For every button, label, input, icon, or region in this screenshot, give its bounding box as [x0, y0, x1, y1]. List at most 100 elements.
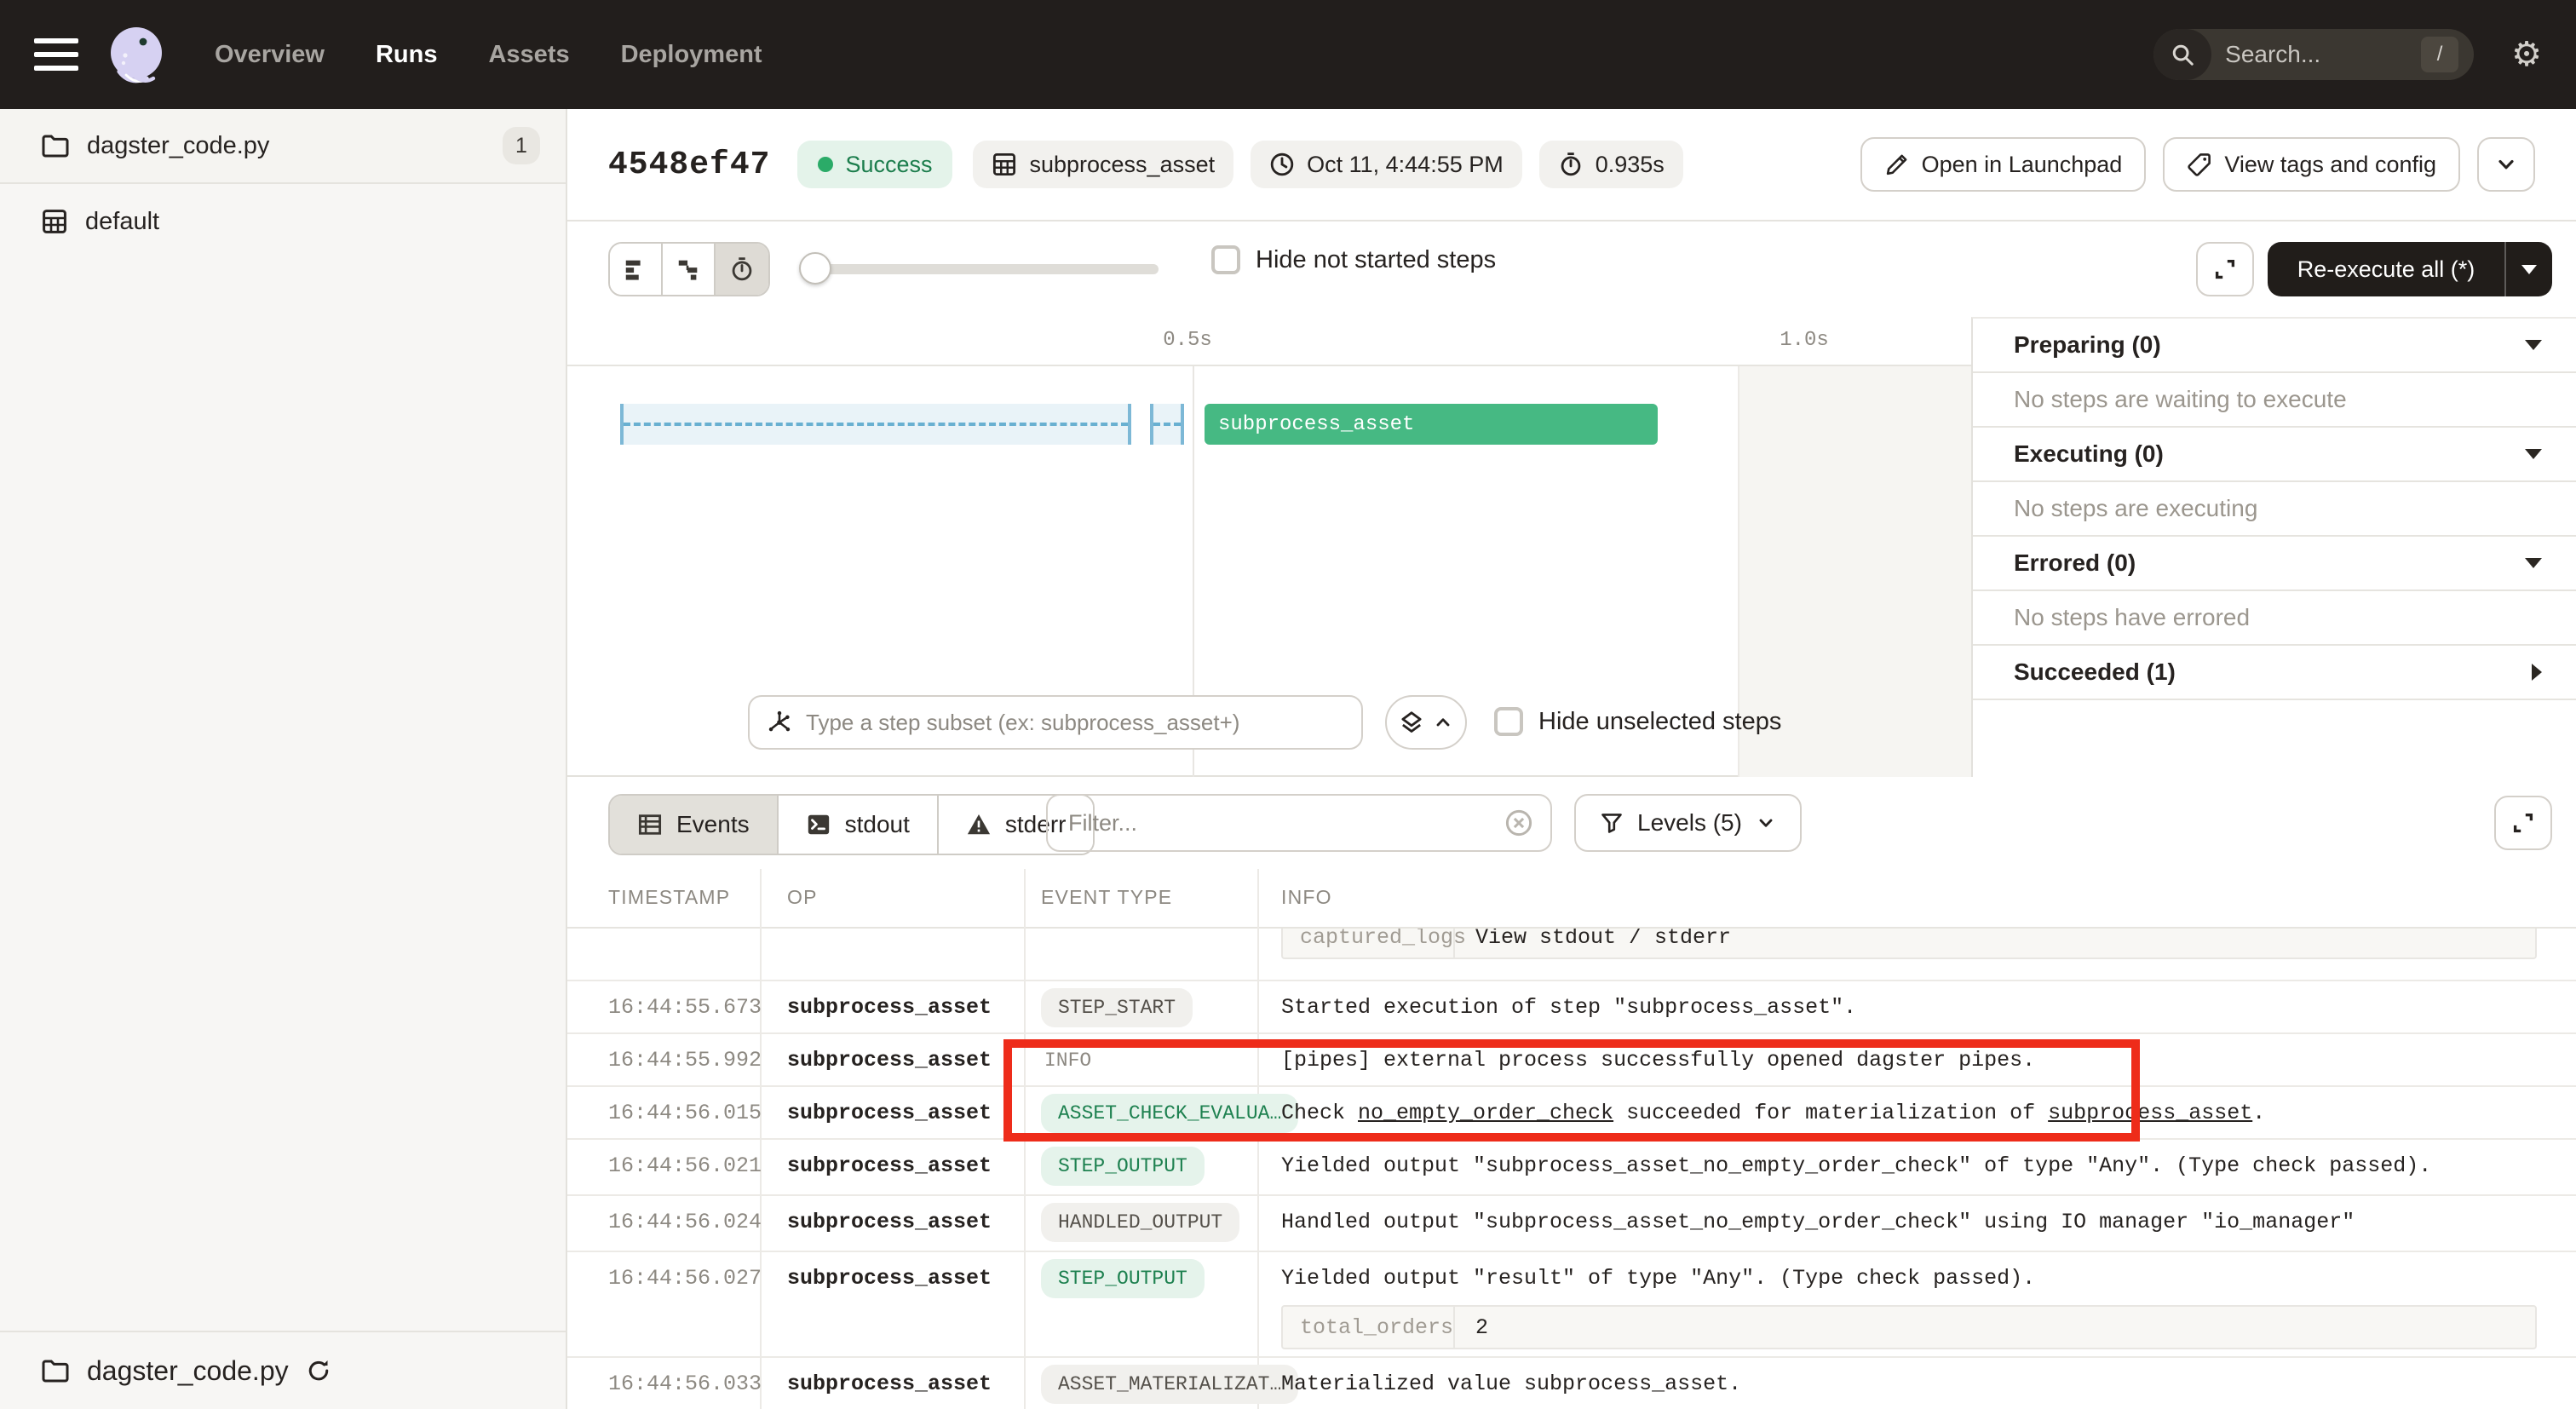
log-section: Eventsstdoutstderr Filter... Levels (5) [567, 777, 2576, 1409]
levels-filter-button[interactable]: Levels (5) [1574, 794, 1802, 852]
sidebar-item-code-location[interactable]: dagster_code.py 1 [0, 109, 566, 184]
metadata-value: 2 [1455, 1315, 1488, 1340]
log-info: [pipes] external process successfully op… [1281, 1048, 2535, 1073]
run-status-badge: Success [797, 141, 952, 188]
log-info: Check no_empty_order_check succeeded for… [1281, 1101, 2535, 1125]
hide-not-started-checkbox[interactable] [1211, 245, 1240, 274]
run-tag[interactable]: subprocess_asset [973, 141, 1233, 188]
reexecute-dropdown-button[interactable] [2504, 242, 2552, 296]
log-row[interactable]: 16:44:55.992subprocess_assetINFO[pipes] … [567, 1034, 2576, 1087]
run-actions-chevron-button[interactable] [2477, 137, 2535, 192]
log-row-partial: captured_logsView stdout / stderr [567, 929, 2576, 981]
log-fullscreen-button[interactable] [2494, 796, 2552, 850]
events-table-icon [637, 812, 663, 837]
log-row[interactable]: 16:44:56.024subprocess_assetHANDLED_OUTP… [567, 1196, 2576, 1252]
step-panel-section-header[interactable]: Preparing (0) [1973, 319, 2576, 373]
step-subset-placeholder: Type a step subset (ex: subprocess_asset… [806, 710, 1239, 736]
gantt-section: Hide not started steps Re-execute all (*… [567, 221, 2576, 777]
nav-item-runs[interactable]: Runs [376, 41, 438, 69]
run-tag[interactable]: Oct 11, 4:44:55 PM [1251, 141, 1522, 188]
zoom-slider[interactable] [801, 264, 1159, 274]
log-info-link[interactable]: no_empty_order_check [1358, 1101, 1613, 1125]
log-row[interactable]: 16:44:56.033subprocess_assetASSET_MATERI… [567, 1358, 2576, 1409]
waterfall-view-button[interactable] [663, 244, 716, 295]
tab-label: Events [676, 811, 750, 838]
primary-nav: Overview Runs Assets Deployment [215, 41, 762, 69]
caret-down-icon [2525, 340, 2542, 350]
event-type-badge: ASSET_CHECK_EVALUA… [1041, 1094, 1298, 1133]
flat-view-button[interactable] [610, 244, 663, 295]
step-panel-section-header[interactable]: Executing (0) [1973, 428, 2576, 482]
tab-stdout[interactable]: stdout [779, 796, 939, 854]
caret-down-icon [2521, 265, 2537, 274]
log-timestamp: 16:44:56.015 [608, 1101, 762, 1125]
reexecute-all-button[interactable]: Re-execute all (*) [2268, 242, 2552, 296]
gantt-toolbar: Hide not started steps Re-execute all (*… [567, 221, 2576, 317]
clear-filter-icon[interactable] [1504, 808, 1533, 837]
log-row[interactable]: 16:44:56.015 subprocess_asset ASSET_CHECK_… [567, 1087, 2576, 1140]
hide-unselected-label: Hide unselected steps [1538, 708, 1781, 736]
metadata-subtable: total_orders2 [1281, 1305, 2537, 1349]
event-type-badge: STEP_START [1041, 988, 1193, 1027]
zoom-slider-knob[interactable] [799, 252, 831, 285]
log-row[interactable]: 16:44:55.673 subprocess_asset STEP_START St… [567, 981, 2576, 1034]
log-op: subprocess_asset [787, 995, 992, 1020]
step-panel-section-header[interactable]: Errored (0) [1973, 537, 2576, 591]
gear-icon[interactable]: ⚙ [2511, 37, 2542, 72]
chevron-down-icon [2494, 152, 2518, 176]
log-timestamp: 16:44:55.673 [608, 995, 762, 1020]
run-tag-label: Oct 11, 4:44:55 PM [1307, 152, 1504, 178]
reload-icon[interactable] [306, 1358, 331, 1383]
hide-unselected-checkbox[interactable] [1494, 707, 1523, 736]
log-op: subprocess_asset [787, 1101, 992, 1125]
run-count-badge: 1 [503, 127, 540, 164]
graph-query-toggle-button[interactable] [1385, 695, 1467, 750]
timed-view-button[interactable] [716, 244, 768, 295]
status-dot-icon [818, 157, 833, 172]
nav-item-deployment[interactable]: Deployment [621, 41, 762, 69]
timer-icon [1558, 152, 1584, 177]
step-panel-section-title: Preparing (0) [2014, 331, 2525, 359]
step-bar-subprocess-asset[interactable]: subprocess_asset [1205, 404, 1658, 445]
metadata-value[interactable]: View stdout / stderr [1455, 929, 1731, 950]
sidebar-footer-code-location: dagster_code.py [0, 1331, 566, 1409]
sidebar-item-label: dagster_code.py [87, 132, 269, 160]
step-panel-section-title: Succeeded (1) [2014, 658, 2532, 686]
log-op: subprocess_asset [787, 1266, 992, 1291]
log-tabs: Eventsstdoutstderr [608, 794, 1095, 855]
gantt-fullscreen-button[interactable] [2196, 242, 2254, 296]
log-timestamp: 16:44:56.027 [608, 1266, 762, 1291]
log-filter-input[interactable]: Filter... [1046, 794, 1552, 852]
global-search-input[interactable]: Search... / [2153, 29, 2474, 80]
caret-down-icon [2525, 558, 2542, 568]
log-row[interactable]: 16:44:56.027subprocess_assetSTEP_OUTPUTY… [567, 1252, 2576, 1358]
job-icon [41, 208, 68, 235]
event-type-badge: INFO [1041, 1041, 1108, 1080]
run-header: 4548ef47 Success subprocess_assetOct 11,… [567, 109, 2576, 221]
log-info: Started execution of step "subprocess_as… [1281, 995, 2535, 1020]
expand-icon [2212, 256, 2238, 282]
view-tags-config-button[interactable]: View tags and config [2163, 137, 2460, 192]
step-panel-empty-message: No steps have errored [1973, 591, 2576, 646]
tab-events[interactable]: Events [610, 796, 779, 854]
dagster-logo[interactable] [102, 20, 170, 89]
folder-icon [41, 133, 70, 158]
event-type-badge: HANDLED_OUTPUT [1041, 1203, 1239, 1242]
funnel-icon [1600, 811, 1624, 835]
step-panel-section-header[interactable]: Succeeded (1) [1973, 646, 2576, 700]
log-info: Yielded output "result" of type "Any". (… [1281, 1266, 2535, 1291]
run-tag[interactable]: 0.935s [1539, 141, 1683, 188]
tab-label: stdout [845, 811, 910, 838]
hamburger-menu-icon[interactable] [34, 38, 78, 71]
nav-item-assets[interactable]: Assets [488, 41, 569, 69]
log-info: Materialized value subprocess_asset. [1281, 1372, 2535, 1396]
nav-item-overview[interactable]: Overview [215, 41, 325, 69]
open-in-launchpad-button[interactable]: Open in Launchpad [1860, 137, 2147, 192]
sidebar-item-job-default[interactable]: default [0, 184, 566, 259]
log-info-link[interactable]: subprocess_asset [2048, 1101, 2252, 1125]
terminal-icon [806, 812, 831, 837]
step-subset-input[interactable]: Type a step subset (ex: subprocess_asset… [748, 695, 1363, 750]
log-rows: captured_logsView stdout / stderr16:44:5… [567, 929, 2576, 1409]
folder-icon [41, 1358, 70, 1383]
log-row[interactable]: 16:44:56.021subprocess_assetSTEP_OUTPUTY… [567, 1140, 2576, 1196]
